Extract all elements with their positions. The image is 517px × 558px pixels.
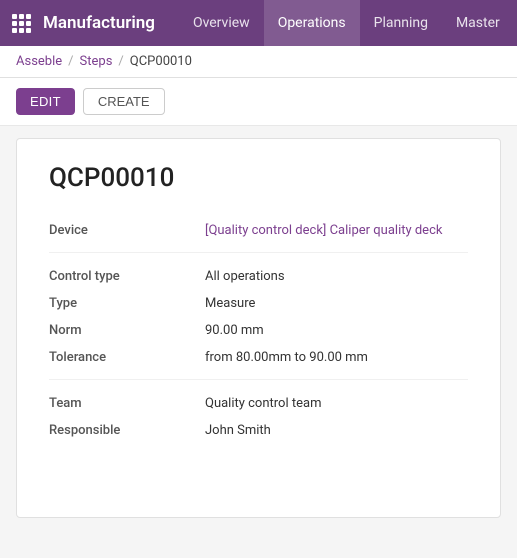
control-type-label: Control type: [49, 267, 189, 284]
divider-1: [49, 252, 468, 253]
breadcrumb-sep-2: /: [118, 54, 123, 69]
nav-links: Overview Operations Planning Master: [179, 0, 514, 46]
nav-link-planning[interactable]: Planning: [360, 0, 442, 46]
record-title: QCP00010: [49, 163, 468, 193]
top-navigation: Manufacturing Overview Operations Planni…: [0, 0, 517, 46]
field-group-team: Team Quality control team Responsible Jo…: [49, 394, 468, 438]
breadcrumb-sep-1: /: [68, 54, 73, 69]
norm-label: Norm: [49, 321, 189, 338]
norm-value: 90.00 mm: [205, 321, 468, 338]
team-label: Team: [49, 394, 189, 411]
breadcrumb-current: QCP00010: [130, 54, 192, 69]
tolerance-value: from 80.00mm to 90.00 mm: [205, 348, 468, 365]
action-bar: EDIT CREATE: [0, 78, 517, 126]
nav-link-master[interactable]: Master: [442, 0, 514, 46]
type-value: Measure: [205, 294, 468, 311]
device-label: Device: [49, 221, 189, 238]
breadcrumb-parent[interactable]: Asseble: [16, 54, 62, 69]
type-label: Type: [49, 294, 189, 311]
device-value[interactable]: [Quality control deck] Caliper quality d…: [205, 221, 468, 238]
field-group-device: Device [Quality control deck] Caliper qu…: [49, 221, 468, 238]
main-content: QCP00010 Device [Quality control deck] C…: [0, 126, 517, 530]
breadcrumb: Asseble / Steps / QCP00010: [0, 46, 517, 78]
responsible-label: Responsible: [49, 421, 189, 438]
edit-button[interactable]: EDIT: [16, 88, 75, 115]
breadcrumb-middle[interactable]: Steps: [80, 54, 113, 69]
field-group-details: Control type All operations Type Measure…: [49, 267, 468, 365]
nav-link-operations[interactable]: Operations: [264, 0, 360, 46]
create-button[interactable]: CREATE: [83, 88, 165, 115]
nav-link-overview[interactable]: Overview: [179, 0, 264, 46]
record-card: QCP00010 Device [Quality control deck] C…: [16, 138, 501, 518]
app-brand: Manufacturing: [43, 13, 155, 33]
responsible-value: John Smith: [205, 421, 468, 438]
tolerance-label: Tolerance: [49, 348, 189, 365]
divider-2: [49, 379, 468, 380]
apps-icon[interactable]: [12, 14, 31, 33]
team-value: Quality control team: [205, 394, 468, 411]
control-type-value: All operations: [205, 267, 468, 284]
